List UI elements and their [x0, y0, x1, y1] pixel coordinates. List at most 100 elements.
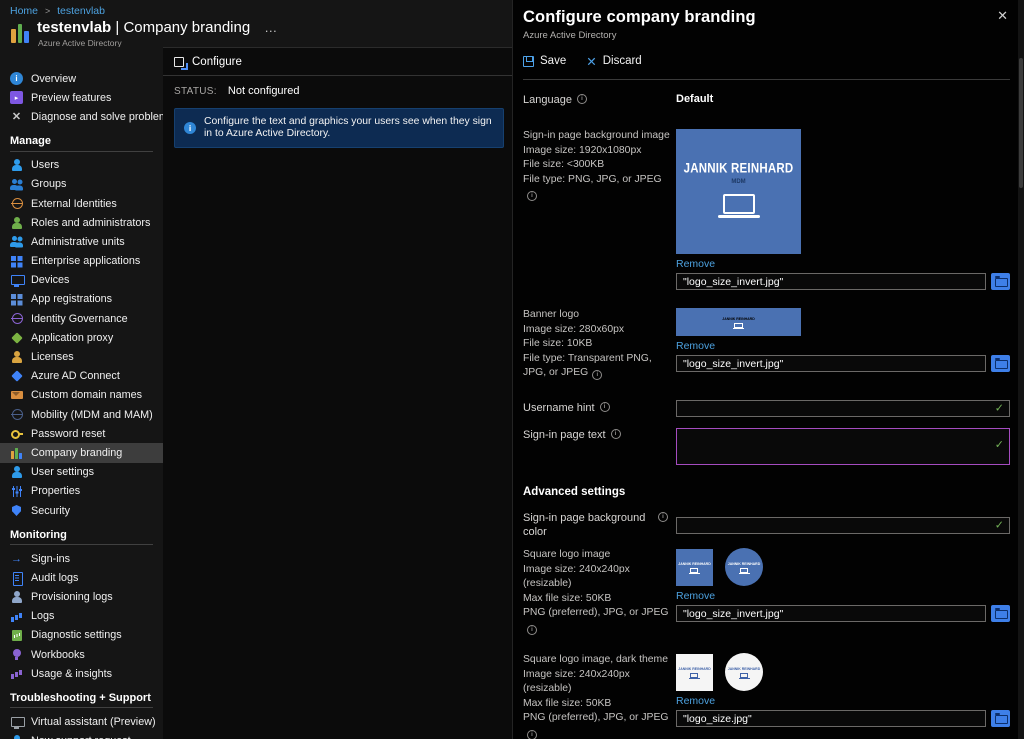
square-logo-remove-link[interactable]: Remove	[676, 590, 715, 602]
language-label: Language	[523, 93, 572, 107]
sidebar-item-logs[interactable]: Logs	[0, 607, 163, 626]
identity-governance-icon	[10, 312, 23, 325]
sidebar-item-usage-insights[interactable]: Usage & insights	[0, 664, 163, 683]
field-label-line: Image size: 1920x1080px	[523, 144, 670, 159]
azure-portal-window: Home > testenvlab testenvlab | Company b…	[0, 0, 1024, 739]
sidebar-item-overview[interactable]: iOverview	[0, 69, 163, 88]
page-title: testenvlab | Company branding…	[37, 19, 277, 36]
signin-page-text-input[interactable]	[676, 428, 1010, 465]
close-icon[interactable]: ✕	[997, 8, 1008, 24]
sidebar-item-app-registrations[interactable]: App registrations	[0, 290, 163, 309]
sidebar-item-label: Custom domain names	[31, 389, 142, 401]
sidebar-item-diagnose-and-solve-problems[interactable]: ✕Diagnose and solve problems	[0, 107, 163, 126]
save-button[interactable]: Save	[523, 55, 566, 67]
square-logo-label: Square logo imageImage size: 240x240px (…	[523, 548, 676, 635]
browse-folder-icon[interactable]	[991, 605, 1010, 622]
language-row: Languagei Default	[523, 93, 1010, 107]
browse-folder-icon[interactable]	[991, 273, 1010, 290]
sidebar-item-external-identities[interactable]: External Identities	[0, 194, 163, 213]
sidebar-item-administrative-units[interactable]: Administrative units	[0, 232, 163, 251]
scrollbar-thumb[interactable]	[1019, 58, 1023, 188]
sidebar-item-mobility-mdm-and-mam[interactable]: Mobility (MDM and MAM)	[0, 405, 163, 424]
app-proxy-icon	[10, 331, 23, 344]
sidebar-item-label: Usage & insights	[31, 668, 112, 680]
sidebar-item-label: Groups	[31, 178, 66, 190]
sidebar-item-application-proxy[interactable]: Application proxy	[0, 328, 163, 347]
square-logo-preview: JANNIK REINHARD	[676, 549, 713, 586]
sidebar-item-workbooks[interactable]: Workbooks	[0, 645, 163, 664]
username-hint-input[interactable]	[676, 400, 1010, 417]
scrollbar[interactable]	[1018, 0, 1024, 739]
sidebar-item-provisioning-logs[interactable]: Provisioning logs	[0, 588, 163, 607]
sidebar-item-custom-domain-names[interactable]: Custom domain names	[0, 386, 163, 405]
square-logo-dark-label: Square logo image, dark themeImage size:…	[523, 653, 676, 739]
usage-insights-icon	[10, 667, 23, 680]
background-image-filename-input[interactable]	[676, 273, 986, 290]
info-banner-text: Configure the text and graphics your use…	[204, 116, 494, 140]
sidebar-item-audit-logs[interactable]: Audit logs	[0, 568, 163, 587]
info-icon: i	[592, 370, 602, 380]
background-color-label: Sign-in page background color	[523, 511, 653, 539]
field-label-line: Square logo image, dark theme	[523, 653, 670, 668]
users-icon	[10, 159, 23, 172]
sidebar-item-groups[interactable]: Groups	[0, 175, 163, 194]
sidebar-item-enterprise-applications[interactable]: Enterprise applications	[0, 252, 163, 271]
sidebar-item-licenses[interactable]: Licenses	[0, 347, 163, 366]
sidebar-item-label: External Identities	[31, 198, 117, 210]
square-logo-filename-input[interactable]	[676, 605, 986, 622]
logo-preview-content: JANNIK REINHARD	[728, 562, 760, 573]
sidebar-item-virtual-assistant-preview[interactable]: Virtual assistant (Preview)	[0, 712, 163, 731]
sidebar-item-user-settings[interactable]: User settings	[0, 463, 163, 482]
sidebar-item-label: Provisioning logs	[31, 591, 113, 603]
sidebar-item-diagnostic-settings[interactable]: Diagnostic settings	[0, 626, 163, 645]
field-square-logo-dark: Square logo image, dark themeImage size:…	[523, 653, 1010, 739]
signin-page-text-row: Sign-in page texti ✓	[523, 428, 1010, 470]
discard-button[interactable]: ✕ Discard	[586, 54, 641, 69]
sidebar-item-users[interactable]: Users	[0, 156, 163, 175]
sidebar-item-label: Logs	[31, 610, 54, 622]
sidebar-item-roles-and-administrators[interactable]: Roles and administrators	[0, 213, 163, 232]
sidebar-item-label: Diagnostic settings	[31, 629, 122, 641]
sidebar-item-azure-ad-connect[interactable]: Azure AD Connect	[0, 367, 163, 386]
sidebar-item-identity-governance[interactable]: Identity Governance	[0, 309, 163, 328]
breadcrumb-home-link[interactable]: Home	[10, 5, 38, 17]
custom-domains-icon	[10, 389, 23, 402]
status-row: STATUS: Not configured	[163, 76, 512, 104]
sidebar-item-label: Roles and administrators	[31, 217, 150, 229]
sidebar-item-password-reset[interactable]: Password reset	[0, 424, 163, 443]
sidebar-item-sign-ins[interactable]: →Sign-ins	[0, 549, 163, 568]
aad-connect-icon	[10, 370, 23, 383]
banner-logo-remove-link[interactable]: Remove	[676, 340, 715, 352]
tab-configure[interactable]: Configure	[163, 48, 242, 75]
sign-ins-icon: →	[10, 552, 23, 565]
laptop-icon	[734, 323, 743, 328]
sidebar-item-preview-features[interactable]: ▸Preview features	[0, 88, 163, 107]
browse-folder-icon[interactable]	[991, 355, 1010, 372]
sidebar-item-new-support-request[interactable]: New support request	[0, 732, 163, 739]
info-icon: i	[527, 191, 537, 201]
info-icon: i	[184, 122, 196, 134]
laptop-icon	[723, 194, 755, 214]
language-value: Default	[676, 93, 1010, 107]
sidebar-item-devices[interactable]: Devices	[0, 271, 163, 290]
preview-logo-title: JANNIK REINHARD	[678, 667, 710, 671]
advanced-settings-heading: Advanced settings	[523, 486, 1010, 498]
browse-folder-icon[interactable]	[991, 710, 1010, 727]
sidebar-item-properties[interactable]: Properties	[0, 482, 163, 501]
field-label-line: Image size: 280x60px	[523, 323, 670, 338]
banner-logo-filename-input[interactable]	[676, 355, 986, 372]
square-logo-dark-remove-link[interactable]: Remove	[676, 695, 715, 707]
preview-logo-title: JANNIK REINHARD	[678, 562, 710, 566]
preview-logo-title: JANNIK REINHARD	[684, 161, 794, 175]
field-label-line: Square logo image	[523, 548, 670, 563]
more-options-icon[interactable]: …	[264, 20, 277, 35]
roles-icon	[10, 216, 23, 229]
background-image-remove-link[interactable]: Remove	[676, 258, 715, 270]
square-logo-dark-filename-input[interactable]	[676, 710, 986, 727]
sidebar-item-security[interactable]: Security	[0, 501, 163, 520]
content-pane: Configure STATUS: Not configured i Confi…	[163, 47, 512, 739]
breadcrumb-current-link[interactable]: testenvlab	[57, 5, 105, 17]
background-color-input[interactable]	[676, 517, 1010, 534]
sidebar-item-company-branding[interactable]: Company branding	[0, 443, 163, 462]
sidebar-item-label: Security	[31, 505, 70, 517]
